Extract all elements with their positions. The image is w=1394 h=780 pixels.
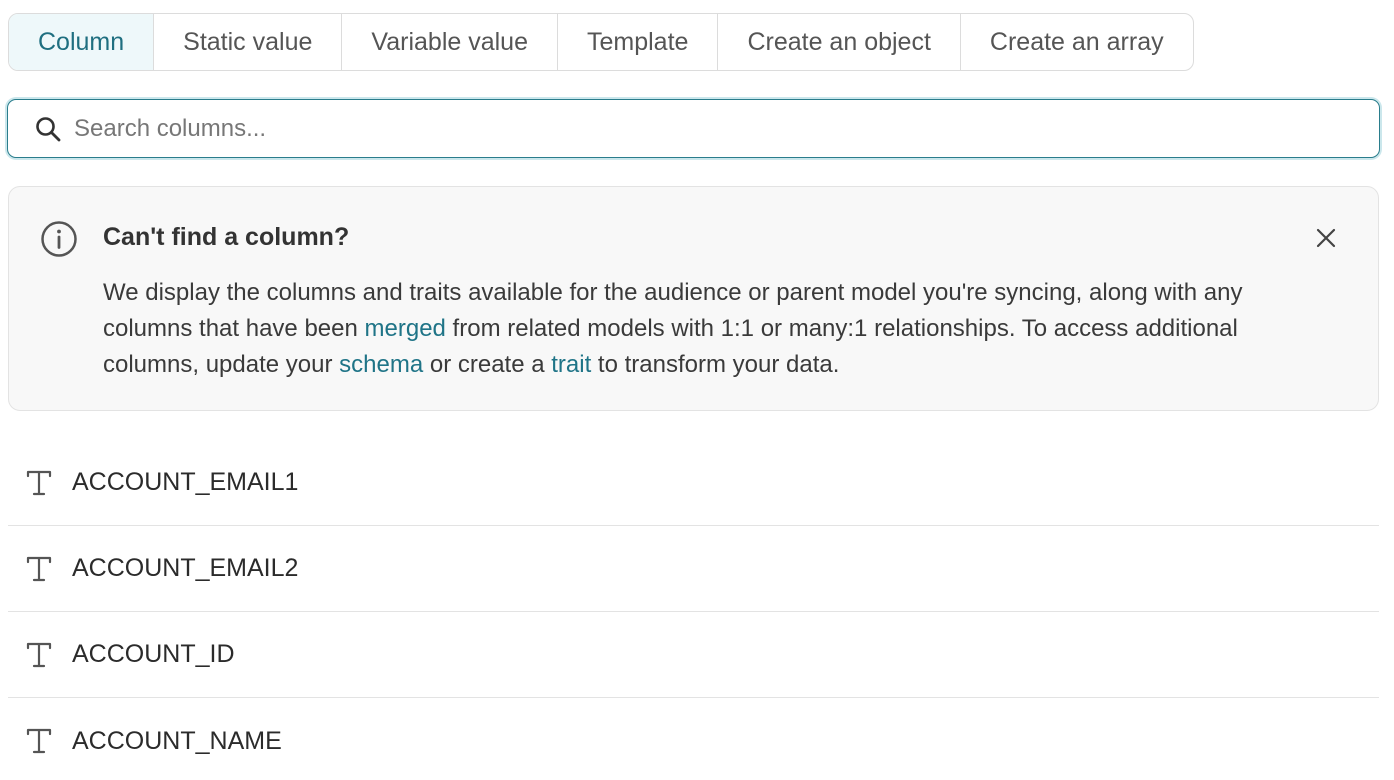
- missing-column-notice: Can't find a column? We display the colu…: [8, 186, 1379, 411]
- text-type-icon: [26, 470, 52, 495]
- search-icon: [36, 116, 61, 141]
- schema-link[interactable]: schema: [339, 351, 423, 378]
- mapping-type-tabs: Column Static value Variable value Templ…: [8, 13, 1194, 71]
- notice-text: to transform your data.: [591, 351, 840, 378]
- text-type-icon: [26, 642, 52, 667]
- search-box: [7, 99, 1380, 158]
- tab-column[interactable]: Column: [9, 14, 154, 70]
- close-icon[interactable]: [1314, 226, 1338, 250]
- column-row[interactable]: ACCOUNT_ID: [8, 612, 1379, 698]
- column-row[interactable]: ACCOUNT_EMAIL2: [8, 526, 1379, 612]
- column-row[interactable]: ACCOUNT_EMAIL1: [8, 440, 1379, 526]
- info-icon: [41, 221, 77, 257]
- text-type-icon: [26, 728, 52, 754]
- notice-title: Can't find a column?: [103, 223, 350, 251]
- notice-text: or create a: [423, 351, 552, 378]
- text-type-icon: [26, 556, 52, 581]
- tab-create-object[interactable]: Create an object: [717, 14, 959, 70]
- search-input[interactable]: [74, 100, 1379, 157]
- column-name: ACCOUNT_EMAIL1: [72, 468, 299, 496]
- column-row[interactable]: ACCOUNT_NAME: [8, 698, 1379, 780]
- tab-create-array[interactable]: Create an array: [959, 14, 1193, 70]
- column-picker: Column Static value Variable value Templ…: [0, 0, 1394, 780]
- column-name: ACCOUNT_ID: [72, 640, 235, 668]
- merged-link[interactable]: merged: [365, 315, 446, 342]
- tab-static-value[interactable]: Static value: [153, 14, 341, 70]
- trait-link[interactable]: trait: [551, 351, 591, 378]
- tab-variable-value[interactable]: Variable value: [341, 14, 557, 70]
- column-name: ACCOUNT_EMAIL2: [72, 554, 299, 582]
- tab-template[interactable]: Template: [557, 14, 717, 70]
- notice-body: We display the columns and traits availa…: [103, 275, 1273, 383]
- column-list: ACCOUNT_EMAIL1 ACCOUNT_EMAIL2 ACCOUNT_ID…: [8, 440, 1379, 780]
- column-name: ACCOUNT_NAME: [72, 726, 282, 755]
